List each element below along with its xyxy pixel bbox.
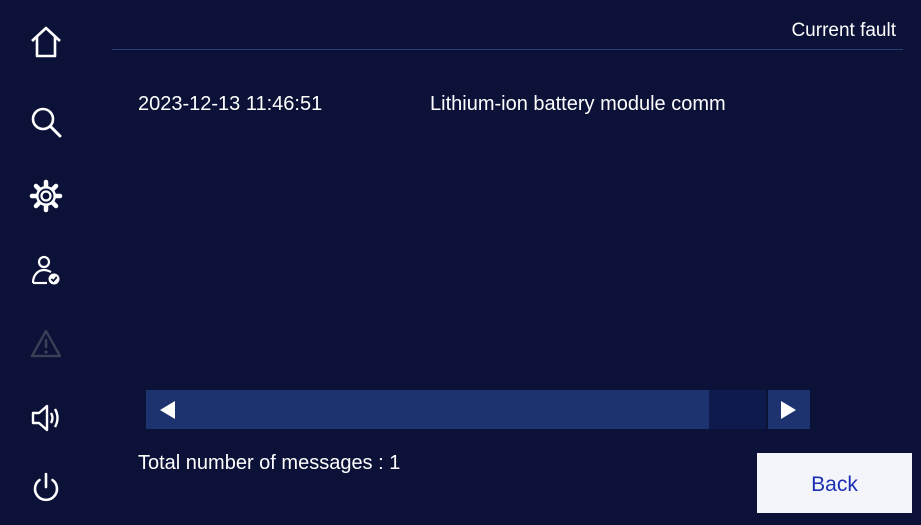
user-check-icon[interactable]: [24, 248, 68, 292]
left-arrow-icon: [160, 400, 175, 419]
header-divider: [112, 49, 903, 50]
total-messages-label: Total number of messages : 1: [138, 452, 401, 474]
scroll-left-button[interactable]: [146, 390, 188, 429]
power-icon[interactable]: [24, 466, 68, 510]
fault-message: Lithium-ion battery module comm: [430, 93, 726, 115]
gear-icon[interactable]: [24, 174, 68, 218]
back-button[interactable]: Back: [757, 453, 912, 513]
sidebar: [0, 0, 100, 525]
home-icon[interactable]: [24, 20, 68, 64]
speaker-icon[interactable]: [24, 396, 68, 440]
fault-timestamp: 2023-12-13 11:46:51: [138, 93, 323, 115]
horizontal-scrollbar[interactable]: [146, 390, 810, 429]
right-arrow-icon: [781, 400, 796, 419]
page-title: Current fault: [791, 20, 896, 41]
fault-list-item[interactable]: 2023-12-13 11:46:51 Lithium-ion battery m…: [138, 93, 726, 116]
scroll-right-button[interactable]: [768, 390, 810, 429]
warning-icon[interactable]: [24, 322, 68, 366]
fault-screen: Current fault 2023-12-13 11:46:51 Lithium…: [0, 0, 921, 525]
scroll-thumb[interactable]: [146, 390, 709, 429]
search-icon[interactable]: [24, 100, 68, 144]
